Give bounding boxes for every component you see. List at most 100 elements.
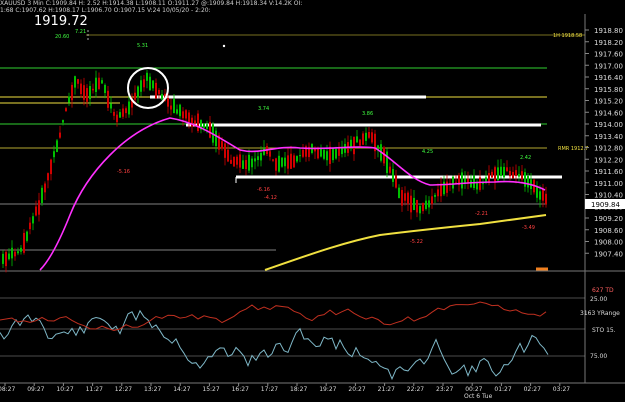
candle-body — [158, 90, 160, 95]
price-tick-label: 1917.00 — [594, 62, 623, 70]
price-tick-label: 1911.00 — [594, 180, 623, 188]
candle-body — [59, 132, 61, 138]
candle-body — [2, 253, 4, 264]
price-tick-label: 1912.20 — [594, 156, 623, 164]
candle-body — [524, 172, 526, 187]
candle-body — [251, 158, 253, 168]
candle-body — [290, 153, 292, 169]
candle-body — [368, 132, 370, 138]
td-label: 627 TD — [592, 287, 614, 294]
candle-body — [263, 148, 265, 155]
candle-body — [26, 231, 28, 241]
level-low-label: 75.00 — [590, 353, 607, 360]
candle-body — [134, 92, 136, 100]
candle-body — [398, 187, 400, 199]
candle-body — [416, 199, 418, 213]
candle-body — [470, 180, 472, 188]
candle-body — [371, 132, 373, 143]
time-tick-label: 14:27 — [173, 386, 190, 393]
candle-body — [80, 83, 82, 95]
candle-body — [68, 96, 70, 103]
swing-label: -5.22 — [410, 239, 423, 245]
candle-body — [215, 130, 217, 147]
swing-label: 4.25 — [422, 149, 433, 155]
candle-body — [272, 159, 274, 161]
candle-body — [269, 151, 271, 157]
time-tick-label: 11:27 — [86, 386, 103, 393]
candle-body — [515, 170, 517, 176]
price-chart[interactable]: 20.60 7.21 5.31 3.74 3.86 4.25 2.42 -5.1… — [0, 0, 625, 402]
price-tick-label: 1912.80 — [594, 145, 623, 153]
price-tick-label: 1914.00 — [594, 121, 623, 129]
candle-body — [38, 200, 40, 215]
candle-body — [404, 193, 406, 201]
candle-body — [209, 122, 211, 138]
candle-body — [482, 183, 484, 185]
candle-body — [386, 151, 388, 173]
candle-body — [23, 232, 25, 253]
time-tick-label: 03:27 — [553, 386, 570, 393]
candle-body — [323, 149, 325, 159]
candle-body — [344, 143, 346, 153]
level-high-label: 25.00 — [590, 296, 607, 303]
candle-body — [8, 253, 10, 260]
candle-body — [104, 84, 106, 93]
candle-body — [338, 148, 340, 156]
candle-body — [476, 182, 478, 190]
candle-body — [317, 148, 319, 159]
candle-body — [107, 90, 109, 108]
candle-body — [14, 251, 16, 257]
time-tick-label: 23:27 — [436, 386, 453, 393]
candle-body — [179, 104, 181, 117]
price-tick-label: 1909.20 — [594, 215, 623, 223]
candle-body — [149, 76, 151, 91]
candle-body — [122, 108, 124, 117]
candle-body — [11, 247, 13, 259]
candle-body — [101, 80, 103, 84]
candle-body — [491, 171, 493, 178]
swing-label: -6.16 — [257, 187, 270, 193]
price-tick-label: 1915.80 — [594, 86, 623, 94]
candle-body — [29, 222, 31, 230]
candle-body — [173, 98, 175, 114]
candle-body — [296, 156, 298, 162]
candle-body — [242, 160, 244, 169]
candle-body — [521, 171, 523, 180]
candle-body — [284, 157, 286, 167]
level-label-top: 1H 1918.58 — [553, 33, 582, 39]
candle-body — [419, 206, 421, 214]
candle-body — [32, 216, 34, 224]
time-tick-label: 19:27 — [319, 386, 336, 393]
candle-body — [86, 88, 88, 102]
time-tick-label: 17:27 — [261, 386, 278, 393]
candle-body — [479, 177, 481, 190]
candle-body — [206, 124, 208, 129]
candle-body — [332, 147, 334, 161]
candle-body — [542, 189, 544, 201]
candle-body — [50, 159, 52, 175]
candle-body — [62, 120, 64, 123]
swing-label: -4.12 — [264, 195, 277, 201]
candle-body — [146, 72, 148, 81]
candle-body — [233, 156, 235, 167]
candle-body — [452, 176, 454, 189]
candle-body — [293, 155, 295, 168]
candle-body — [527, 175, 529, 188]
time-tick-label: 20:27 — [348, 386, 365, 393]
time-tick-label: 02:27 — [524, 386, 541, 393]
candle-body — [41, 187, 43, 203]
candle-body — [413, 197, 415, 211]
time-tick-label: 18:27 — [290, 386, 307, 393]
candle-body — [113, 111, 115, 116]
price-tick-label: 1915.20 — [594, 98, 623, 106]
candle-body — [518, 173, 520, 177]
price-tick-label: 1913.40 — [594, 133, 623, 141]
candle-body — [5, 251, 7, 267]
swing-label: 3.86 — [362, 111, 373, 117]
time-tick-label: 10:27 — [56, 386, 73, 393]
price-tick-label: 1908.60 — [594, 227, 623, 235]
candle-body — [275, 158, 277, 171]
time-axis: 08:27 09:27 10:27 11:27 12:27 13:27 14:27 15:27… — [0, 383, 570, 393]
candle-body — [77, 79, 79, 84]
candle-body — [431, 196, 433, 205]
